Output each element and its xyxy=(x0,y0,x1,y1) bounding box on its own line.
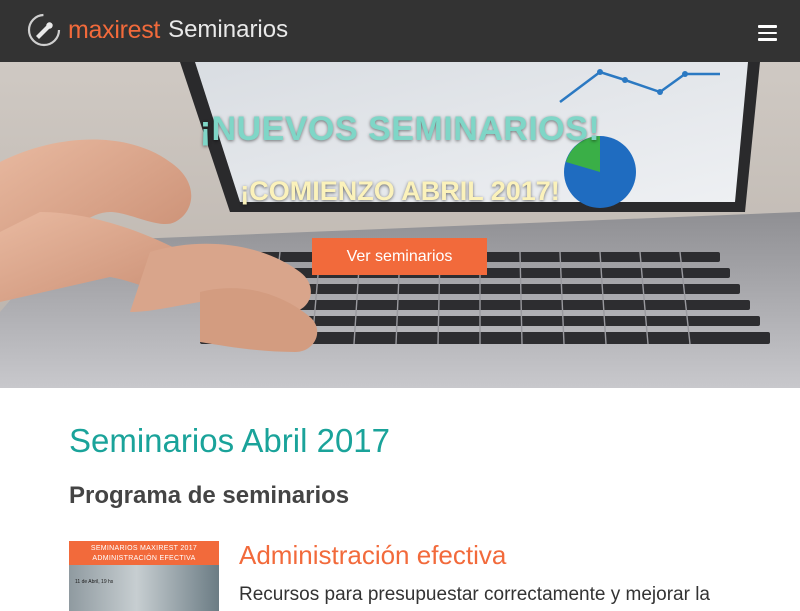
thumb-photo xyxy=(69,565,219,611)
section-subtitle: Programa de seminarios xyxy=(69,482,350,509)
chef-hat-icon xyxy=(26,12,62,48)
seminar-thumbnail[interactable]: SEMINARIOS MAXIREST 2017 ADMINISTRACIÓN … xyxy=(69,541,219,611)
hero-banner: ¡NUEVOS SEMINARIOS! ¡COMIENZO ABRIL 2017… xyxy=(0,62,800,388)
seminar-description: Recursos para presupuestar correctamente… xyxy=(239,584,710,605)
thumb-heading: SEMINARIOS MAXIREST 2017 xyxy=(90,545,198,552)
top-navbar: maxirest Seminarios xyxy=(0,0,800,62)
ver-seminarios-button[interactable]: Ver seminarios xyxy=(312,238,487,275)
section-title: Seminarios Abril 2017 xyxy=(69,422,391,459)
hero-subtitle: ¡COMIENZO ABRIL 2017! xyxy=(240,176,560,206)
seminar-title-link[interactable]: Administración efectiva xyxy=(239,540,506,571)
thumb-date: 11 de Abril, 19 hs xyxy=(75,579,114,585)
hero-title: ¡NUEVOS SEMINARIOS! xyxy=(199,110,601,148)
brand-name: maxirest xyxy=(68,15,161,44)
brand-subtitle: Seminarios xyxy=(168,16,289,43)
thumb-subheading: ADMINISTRACIÓN EFECTIVA xyxy=(92,555,196,562)
hamburger-menu-icon[interactable] xyxy=(752,18,782,44)
brand-link[interactable]: maxirest Seminarios xyxy=(26,10,288,50)
